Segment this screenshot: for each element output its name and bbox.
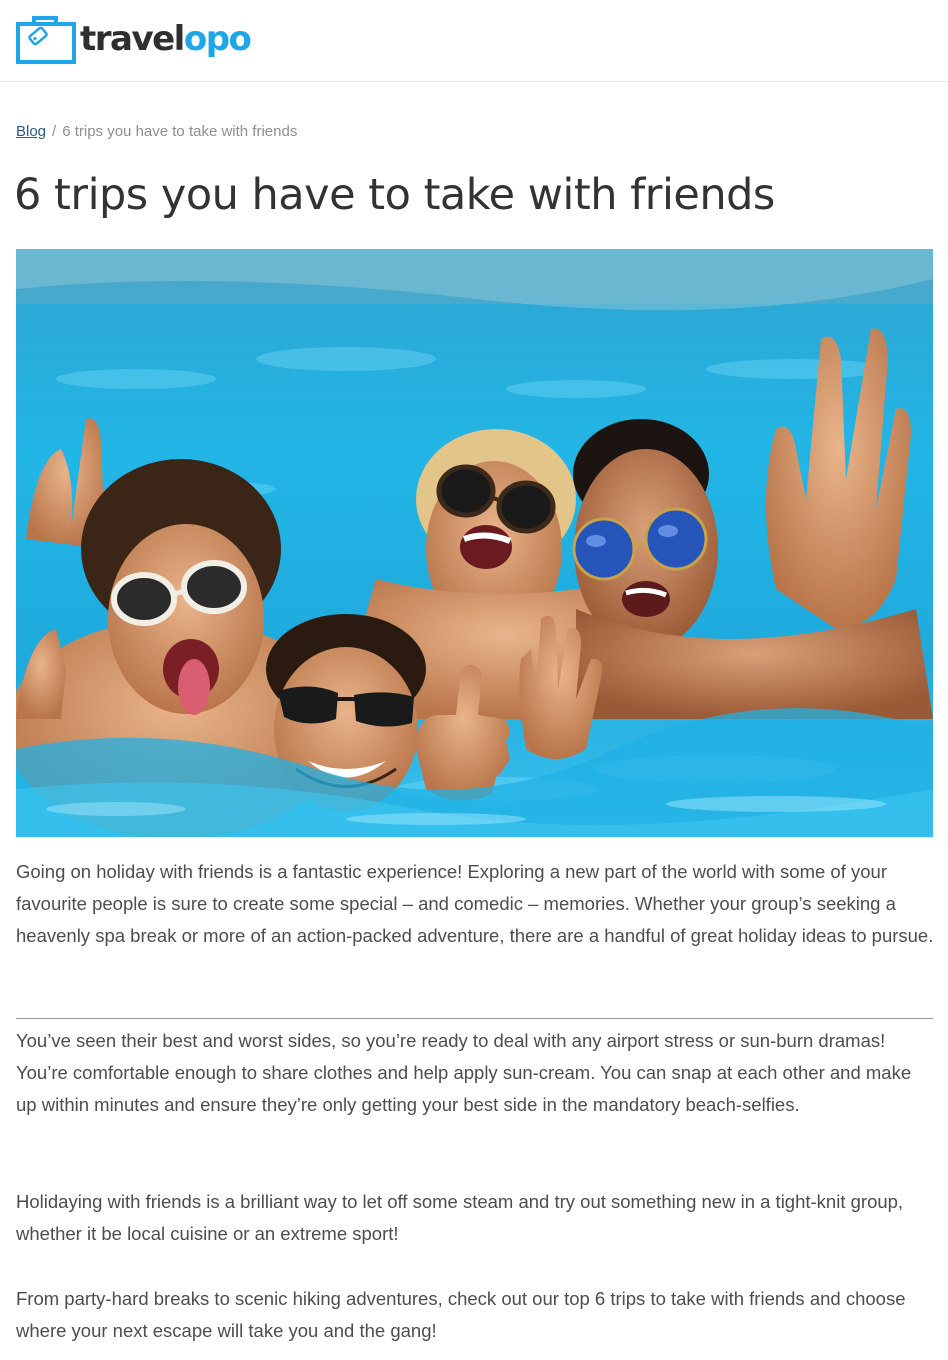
intro-paragraph: Going on holiday with friends is a fanta… <box>16 861 934 946</box>
suitcase-tag-icon <box>16 16 76 64</box>
page-title: 6 trips you have to take with friends <box>14 170 775 220</box>
article-intro: Going on holiday with friends is a fanta… <box>16 856 934 952</box>
logo-text-opo: opo <box>183 19 252 59</box>
body-paragraph: From party-hard breaks to scenic hiking … <box>16 1288 906 1341</box>
body-paragraph: Holidaying with friends is a brilliant w… <box>16 1191 904 1244</box>
article-paragraph-4: From party-hard breaks to scenic hiking … <box>16 1283 934 1347</box>
friends-in-pool-photo <box>16 249 933 837</box>
hero-image <box>16 249 933 837</box>
article-paragraph-2: You’ve seen their best and worst sides, … <box>16 1025 934 1121</box>
breadcrumb-blog-link[interactable]: Blog <box>16 123 46 140</box>
logo-wordmark: travelopo <box>80 19 252 59</box>
logo-text-travel: travel <box>80 19 185 59</box>
site-header: travelopo <box>0 0 948 82</box>
breadcrumb: Blog / 6 trips you have to take with frien… <box>16 123 297 140</box>
breadcrumb-separator: / <box>52 123 57 140</box>
section-divider <box>16 1018 933 1019</box>
breadcrumb-current: 6 trips you have to take with friends <box>62 123 298 140</box>
site-logo[interactable]: travelopo <box>16 14 252 64</box>
body-paragraph: You’ve seen their best and worst sides, … <box>16 1030 912 1115</box>
article-paragraph-3: Holidaying with friends is a brilliant w… <box>16 1186 934 1250</box>
